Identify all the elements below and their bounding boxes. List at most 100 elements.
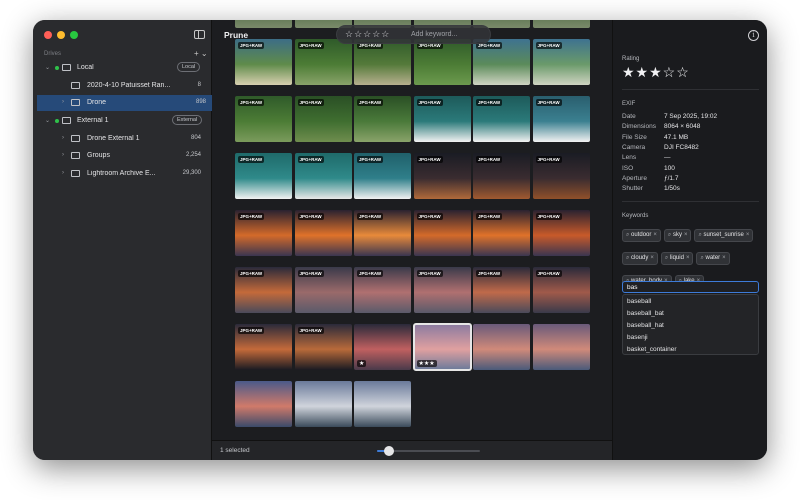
- photo-thumbnail[interactable]: JPG+RAW: [413, 96, 471, 142]
- photo-thumbnail[interactable]: JPG+RAW: [235, 96, 292, 142]
- keyword-chip[interactable]: ⌕ sunset_sunrise ×: [694, 229, 754, 242]
- keyword-label: liquid: [669, 255, 684, 261]
- photo-thumbnail[interactable]: ★★★: [412, 323, 472, 371]
- photo-thumbnail[interactable]: JPG+RAW: [532, 96, 590, 142]
- suggestion-item[interactable]: baseball_hat: [627, 320, 755, 332]
- photo-thumbnail[interactable]: JPG+RAW: [235, 39, 292, 85]
- remove-keyword-icon[interactable]: ×: [653, 232, 657, 238]
- photo-thumbnail[interactable]: JPG+RAW: [532, 267, 590, 313]
- photo-thumbnail[interactable]: JPG+RAW: [294, 96, 352, 142]
- photo-thumbnail[interactable]: JPG+RAW: [354, 39, 411, 85]
- photo-thumbnail[interactable]: JPG+RAW: [473, 153, 530, 199]
- photo-thumbnail[interactable]: [473, 324, 530, 370]
- photo-thumbnail[interactable]: ★: [354, 324, 411, 370]
- photo-thumbnail[interactable]: JPG+RAW: [532, 210, 590, 256]
- photo-thumbnail[interactable]: JPG+RAW: [294, 153, 352, 199]
- minimize-window-button[interactable]: [57, 31, 65, 39]
- photo-thumbnail[interactable]: JPG+RAW: [354, 267, 411, 313]
- sidebar-item-local[interactable]: ⌄ Local Local: [37, 60, 207, 76]
- photo-thumbnail[interactable]: JPG+RAW: [413, 210, 471, 256]
- photo-thumbnail[interactable]: [235, 381, 292, 427]
- photo-thumbnail[interactable]: JPG+RAW: [473, 96, 530, 142]
- file-type-badge: JPG+RAW: [535, 213, 562, 220]
- sidebar-item-drone[interactable]: › Drone 898: [37, 95, 212, 111]
- keyword-chip[interactable]: ⌕ sky ×: [663, 229, 692, 242]
- sidebar-toggle-icon[interactable]: [194, 30, 205, 39]
- rating-stars[interactable]: ★★★☆☆: [622, 64, 690, 81]
- sidebar-item-external-1[interactable]: ⌄ External 1 External: [37, 113, 207, 129]
- photo-thumbnail[interactable]: [354, 381, 411, 427]
- suggestion-item[interactable]: basenji: [627, 332, 755, 344]
- file-type-badge: JPG+RAW: [535, 156, 562, 163]
- keyword-chip[interactable]: ⌕ liquid ×: [660, 252, 694, 265]
- photo-thumbnail[interactable]: JPG+RAW: [354, 210, 411, 256]
- photo-thumbnail[interactable]: JPG+RAW: [413, 267, 471, 313]
- chevron-down-icon[interactable]: ⌄: [45, 64, 50, 71]
- keyword-chip[interactable]: ⌕ outdoor ×: [622, 229, 661, 242]
- photo-thumbnail[interactable]: [235, 20, 292, 28]
- rating-stars-control[interactable]: ☆☆☆☆☆: [345, 29, 390, 40]
- remove-keyword-icon[interactable]: ×: [746, 232, 750, 238]
- file-type-badge: JPG+RAW: [238, 270, 265, 277]
- suggestion-item[interactable]: basket_container: [627, 344, 755, 356]
- remove-keyword-icon[interactable]: ×: [684, 232, 688, 238]
- photo-thumbnail[interactable]: JPG+RAW: [532, 153, 590, 199]
- chevron-right-icon[interactable]: ›: [62, 99, 64, 105]
- photo-thumbnail[interactable]: JPG+RAW: [473, 210, 530, 256]
- exif-row: File Size 47.1 MB: [622, 134, 762, 144]
- toolbar: ☆☆☆☆☆ Add keyword...: [336, 25, 491, 44]
- photo-thumbnail[interactable]: JPG+RAW: [473, 39, 530, 85]
- remove-keyword-icon[interactable]: ×: [722, 255, 726, 261]
- photo-thumbnail[interactable]: JPG+RAW: [235, 324, 292, 370]
- chevron-right-icon[interactable]: ›: [62, 135, 64, 141]
- photo-thumbnail[interactable]: JPG+RAW: [235, 267, 292, 313]
- sidebar-item-lightroom[interactable]: › Lightroom Archive E... 29,300: [37, 166, 207, 182]
- keyword-label: sunset_sunrise: [703, 232, 744, 238]
- exif-key: Aperture: [622, 174, 647, 182]
- photo-thumbnail[interactable]: JPG+RAW: [294, 267, 352, 313]
- photo-thumbnail[interactable]: JPG+RAW: [235, 153, 292, 199]
- photo-thumbnail[interactable]: JPG+RAW: [294, 39, 352, 85]
- chevron-right-icon[interactable]: ›: [62, 170, 64, 176]
- chevron-right-icon[interactable]: ›: [62, 152, 64, 158]
- drive-tag: External: [172, 115, 203, 125]
- remove-keyword-icon[interactable]: ×: [686, 255, 690, 261]
- photo-thumbnail[interactable]: JPG+RAW: [532, 39, 590, 85]
- rating-label: Rating: [622, 56, 640, 62]
- zoom-slider-knob[interactable]: [384, 446, 395, 456]
- status-dot: [55, 119, 59, 123]
- photo-thumbnail[interactable]: JPG+RAW: [413, 39, 471, 85]
- exif-value: —: [664, 154, 671, 162]
- photo-thumbnail[interactable]: JPG+RAW: [354, 153, 411, 199]
- remove-keyword-icon[interactable]: ×: [650, 255, 654, 261]
- photo-thumbnail[interactable]: JPG+RAW: [354, 96, 411, 142]
- photo-thumbnail[interactable]: [532, 20, 590, 28]
- keyword-input[interactable]: [622, 281, 759, 293]
- add-keyword-field[interactable]: Add keyword...: [411, 31, 457, 38]
- file-type-badge: JPG+RAW: [535, 270, 562, 277]
- file-type-badge: JPG+RAW: [416, 270, 443, 277]
- exif-value: ƒ/1.7: [664, 174, 679, 182]
- zoom-window-button[interactable]: [70, 31, 78, 39]
- photo-thumbnail[interactable]: JPG+RAW: [235, 210, 292, 256]
- photo-grid[interactable]: JPG+RAW JPG+RAW JPG+RAW JPG+RAW JPG+RAW JPG+R…: [235, 20, 590, 440]
- photo-thumbnail[interactable]: [294, 381, 352, 427]
- suggestion-item[interactable]: baseball: [627, 296, 755, 308]
- add-drive-button[interactable]: + ⌄: [194, 49, 208, 58]
- photo-thumbnail[interactable]: JPG+RAW: [473, 267, 530, 313]
- chevron-down-icon[interactable]: ⌄: [45, 117, 50, 124]
- photo-thumbnail[interactable]: [532, 324, 590, 370]
- file-type-badge: JPG+RAW: [416, 213, 443, 220]
- photo-thumbnail[interactable]: JPG+RAW: [294, 210, 352, 256]
- sidebar-item-groups[interactable]: › Groups 2,254: [37, 148, 207, 164]
- keyword-chip[interactable]: ⌕ cloudy ×: [622, 252, 658, 265]
- keyword-chip[interactable]: ⌕ water ×: [696, 252, 730, 265]
- close-window-button[interactable]: [44, 31, 52, 39]
- info-icon[interactable]: i: [748, 30, 759, 41]
- photo-thumbnail[interactable]: JPG+RAW: [413, 153, 471, 199]
- suggestion-item[interactable]: baseball_bat: [627, 308, 755, 320]
- sidebar-item-drone-external[interactable]: › Drone External 1 804: [37, 131, 207, 147]
- photo-thumbnail[interactable]: JPG+RAW: [294, 324, 352, 370]
- divider: [622, 89, 759, 90]
- sidebar-item-patuisset[interactable]: 2020-4-10 Patuisset Ran... 8: [37, 78, 207, 94]
